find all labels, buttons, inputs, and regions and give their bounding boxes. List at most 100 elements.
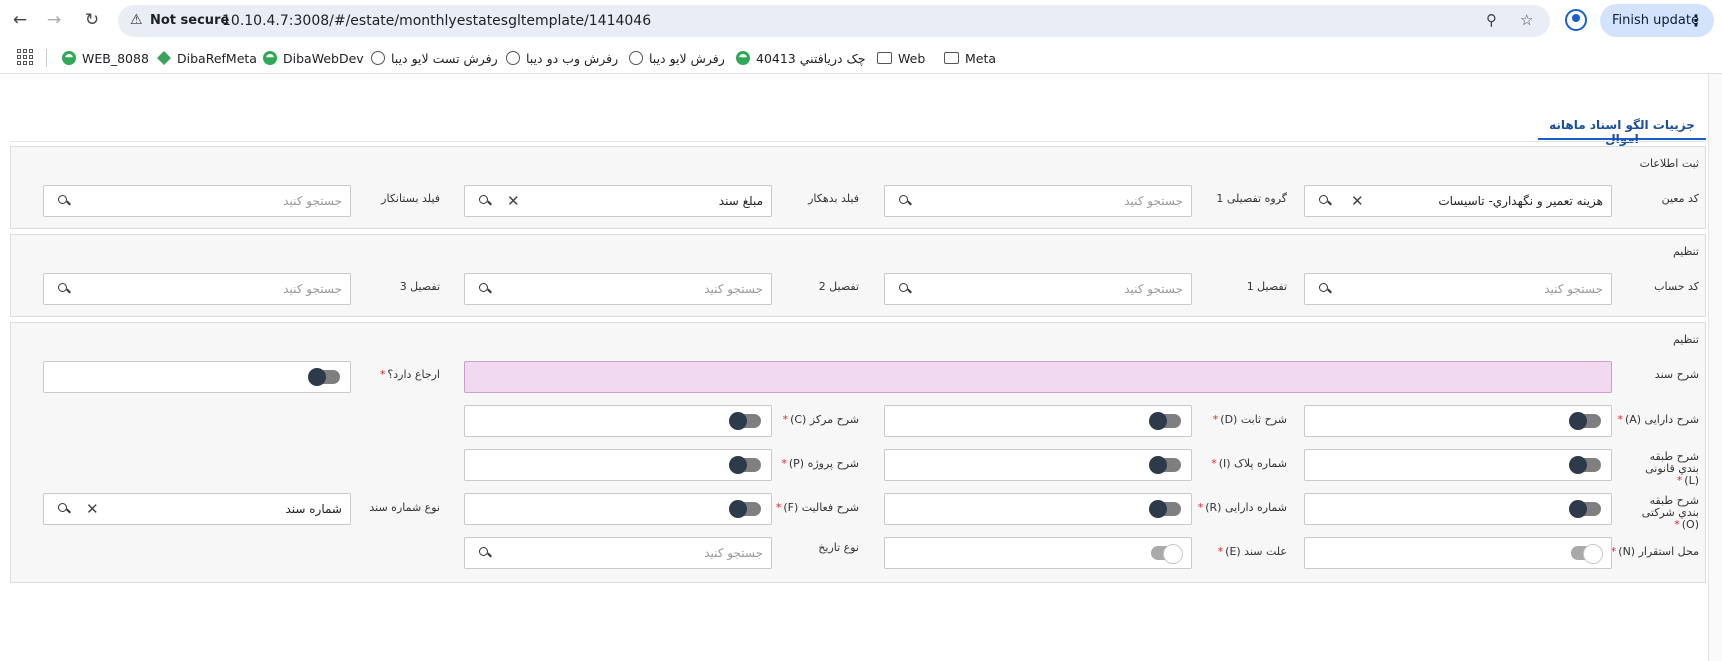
search-icon[interactable]	[1319, 195, 1331, 207]
has-reference-toggle[interactable]	[308, 368, 340, 386]
plate-no-field[interactable]	[884, 449, 1192, 481]
reason-field[interactable]	[884, 537, 1192, 569]
bookmark-dibawebdev[interactable]: DibaWebDev	[263, 48, 364, 68]
clear-icon[interactable]: ✕	[86, 500, 99, 518]
profile-avatar-icon[interactable]	[1565, 9, 1587, 31]
tab-divider	[10, 141, 1706, 142]
bookmark-receivable-check[interactable]: چک دريافتني 40413	[736, 48, 865, 68]
search-icon[interactable]	[899, 195, 911, 207]
bookmark-dibarefmeta[interactable]: DibaRefMeta	[157, 48, 257, 68]
asset-no-toggle[interactable]	[1149, 500, 1181, 518]
back-icon[interactable]: ←	[8, 8, 32, 32]
reason-toggle[interactable]	[1151, 544, 1183, 564]
moein-value: هزینه تعمیر و نگهداري- تاسیسات	[1438, 194, 1603, 208]
company-class-field[interactable]	[1304, 493, 1612, 525]
has-reference-field[interactable]	[43, 361, 351, 393]
location-field[interactable]	[1304, 537, 1612, 569]
panel-record-info: ثبت اطلاعات کد معین هزینه تعمیر و نگهدار…	[10, 146, 1706, 229]
diba-icon	[157, 51, 171, 65]
asset-no-label: شماره دارایی (R)*	[1197, 501, 1287, 514]
fixed-desc-field[interactable]	[884, 405, 1192, 437]
plate-no-toggle[interactable]	[1149, 456, 1181, 474]
web-logo-icon	[263, 51, 277, 65]
tafsil1-field[interactable]: جستجو کنید	[884, 273, 1192, 305]
more-icon: ⋮	[1688, 11, 1704, 30]
tafsil3-label: تفصیل 3	[399, 280, 440, 293]
search-icon[interactable]	[58, 283, 70, 295]
activity-desc-toggle[interactable]	[729, 500, 761, 518]
search-icon[interactable]	[479, 283, 491, 295]
panel-title: ثبت اطلاعات	[1639, 157, 1699, 170]
activity-desc-field[interactable]	[464, 493, 772, 525]
fixed-desc-toggle[interactable]	[1149, 412, 1181, 430]
group-placeholder: جستجو کنید	[1124, 194, 1183, 208]
doc-number-type-value: شماره سند	[285, 502, 342, 516]
clear-icon[interactable]: ✕	[507, 192, 520, 210]
url-text[interactable]: 10.10.4.7:3008/#/estate/monthlyestatesgl…	[222, 13, 651, 29]
asset-desc-field[interactable]	[1304, 405, 1612, 437]
star-icon[interactable]: ☆	[1520, 11, 1533, 29]
group-field[interactable]: جستجو کنید	[884, 185, 1192, 217]
project-desc-label: شرح پروژه (P)*	[781, 457, 859, 470]
forward-icon[interactable]: →	[42, 8, 66, 32]
legal-class-field[interactable]	[1304, 449, 1612, 481]
debtor-value: مبلغ سند	[718, 194, 763, 208]
globe-icon	[371, 51, 385, 65]
creditor-placeholder: جستجو کنید	[283, 194, 342, 208]
apps-grid-icon[interactable]	[17, 49, 33, 65]
folder-icon	[944, 52, 959, 64]
search-icon[interactable]	[58, 195, 70, 207]
debtor-label: فیلد بدهکار	[808, 192, 859, 205]
tafsil2-label: تفصیل 2	[818, 280, 859, 293]
doc-desc-field[interactable]	[464, 361, 1612, 393]
panel-settings-descriptions: تنظیم شرح سند ارجاع دارد؟* شرح دارایی (A…	[10, 322, 1706, 583]
bookmark-refresh-live[interactable]: رفرش لایو دیبا	[629, 48, 725, 68]
bookmark-web-8088[interactable]: WEB_8088	[62, 48, 149, 68]
bookmark-refresh-web-two[interactable]: رفرش وب دو دیبا	[506, 48, 618, 68]
project-desc-field[interactable]	[464, 449, 772, 481]
debtor-field[interactable]: مبلغ سند ✕	[464, 185, 772, 217]
bookmark-refresh-test-live[interactable]: رفرش تست لایو دیبا	[371, 48, 498, 68]
finish-update-button[interactable]: Finish update ⋮	[1600, 4, 1714, 37]
search-icon[interactable]	[1319, 283, 1331, 295]
moein-field[interactable]: هزینه تعمیر و نگهداري- تاسیسات ✕	[1304, 185, 1612, 217]
not-secure-label[interactable]: Not secure	[150, 13, 229, 28]
account-placeholder: جستجو کنید	[1544, 282, 1603, 296]
zoom-icon[interactable]: ⚲	[1486, 11, 1497, 29]
tafsil2-field[interactable]: جستجو کنید	[464, 273, 772, 305]
search-icon[interactable]	[479, 547, 491, 559]
bookmark-folder-web[interactable]: Web	[877, 48, 925, 68]
reason-label: علت سند (E)*	[1217, 545, 1287, 558]
warning-icon: ⚠	[130, 12, 143, 28]
location-label: محل استقرار (N)*	[1610, 545, 1699, 558]
doc-desc-label: شرح سند	[1654, 368, 1699, 381]
location-toggle[interactable]	[1571, 544, 1603, 564]
reload-icon[interactable]: ↻	[80, 8, 104, 32]
account-field[interactable]: جستجو کنید	[1304, 273, 1612, 305]
project-desc-toggle[interactable]	[729, 456, 761, 474]
search-icon[interactable]	[899, 283, 911, 295]
clear-icon[interactable]: ✕	[1351, 192, 1364, 210]
group-label: گروه تفصیلی 1	[1216, 192, 1287, 205]
doc-number-type-field[interactable]: شماره سند ✕	[43, 493, 351, 525]
scrollbar[interactable]	[1708, 74, 1722, 661]
web-logo-icon	[736, 51, 750, 65]
creditor-field[interactable]: جستجو کنید	[43, 185, 351, 217]
asset-desc-toggle[interactable]	[1569, 412, 1601, 430]
search-icon[interactable]	[58, 503, 70, 515]
center-desc-toggle[interactable]	[729, 412, 761, 430]
panel-title: تنظیم	[1672, 245, 1699, 258]
center-desc-field[interactable]	[464, 405, 772, 437]
tab-template-details[interactable]: جزییات الگو اسناد ماهانه اموال	[1538, 110, 1706, 146]
globe-icon	[629, 51, 643, 65]
legal-class-toggle[interactable]	[1569, 456, 1601, 474]
date-type-field[interactable]: جستجو کنید	[464, 537, 772, 569]
plate-no-label: شماره پلاک (I)*	[1211, 457, 1287, 470]
legal-class-label: شرح طبقه بندي قانونی (L)*	[1645, 450, 1699, 487]
address-bar[interactable]: ⚠ Not secure 10.10.4.7:3008/#/estate/mon…	[118, 5, 1550, 37]
bookmark-folder-meta[interactable]: Meta	[944, 48, 996, 68]
search-icon[interactable]	[479, 195, 491, 207]
tafsil3-field[interactable]: جستجو کنید	[43, 273, 351, 305]
company-class-toggle[interactable]	[1569, 500, 1601, 518]
asset-no-field[interactable]	[884, 493, 1192, 525]
